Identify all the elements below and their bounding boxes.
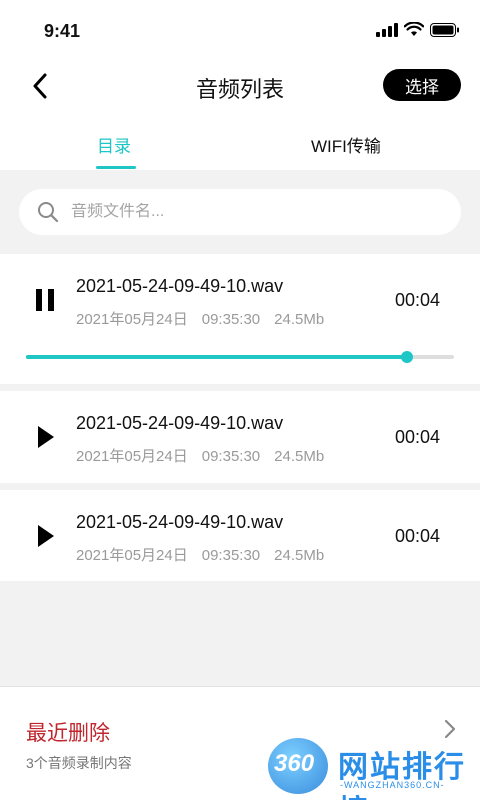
recording-item[interactable]: 2021-05-24-09-49-10.wav 2021年05月24日 09:35… bbox=[0, 490, 480, 581]
active-tab-indicator bbox=[96, 166, 136, 169]
search-box[interactable] bbox=[19, 189, 461, 235]
pause-icon bbox=[36, 289, 54, 311]
wifi-icon bbox=[404, 22, 424, 36]
recording-duration: 00:04 bbox=[394, 290, 440, 310]
status-time: 9:41 bbox=[44, 21, 81, 41]
recording-meta: 2021年05月24日 09:35:30 24.5Mb bbox=[76, 544, 338, 565]
search-icon bbox=[38, 202, 59, 223]
play-icon bbox=[38, 426, 54, 448]
battery-icon bbox=[430, 22, 459, 37]
recording-duration: 00:04 bbox=[394, 526, 440, 546]
recording-time: 09:35:30 bbox=[201, 547, 261, 564]
recording-filename: 2021-05-24-09-49-10.wav bbox=[76, 276, 284, 296]
recording-filename: 2021-05-24-09-49-10.wav bbox=[76, 512, 284, 532]
recording-duration: 00:04 bbox=[394, 427, 440, 447]
playback-progress-fill bbox=[26, 355, 407, 359]
play-button[interactable] bbox=[30, 422, 60, 452]
recording-size: 24.5Mb bbox=[274, 311, 325, 328]
recording-meta: 2021年05月24日 09:35:30 24.5Mb bbox=[76, 308, 338, 329]
recording-size: 24.5Mb bbox=[274, 448, 325, 465]
site-watermark: 360 网站排行榜 -WANGZHAN360.CN- bbox=[268, 736, 478, 800]
pause-button[interactable] bbox=[30, 285, 60, 315]
watermark-url: -WANGZHAN360.CN- bbox=[340, 780, 445, 790]
recently-deleted-count: 3个音频录制内容 bbox=[26, 755, 132, 771]
playback-progress-bar[interactable] bbox=[26, 351, 454, 363]
recording-date: 2021年05月24日 bbox=[76, 311, 188, 328]
search-input[interactable] bbox=[71, 203, 411, 221]
recording-filename: 2021-05-24-09-49-10.wav bbox=[76, 413, 284, 433]
playback-progress-handle[interactable] bbox=[400, 351, 413, 363]
play-icon bbox=[38, 525, 54, 547]
tab-wifi-transfer[interactable]: WIFI传输 bbox=[311, 132, 381, 157]
tab-directory[interactable]: 目录 bbox=[97, 132, 131, 157]
watermark-text: 网站排行榜 bbox=[338, 751, 466, 800]
recording-meta: 2021年05月24日 09:35:30 24.5Mb bbox=[76, 445, 338, 466]
watermark-number: 360 bbox=[274, 750, 315, 777]
cellular-signal-icon bbox=[376, 22, 398, 37]
tab-bar: 目录 WIFI传输 bbox=[0, 116, 480, 170]
search-section bbox=[0, 170, 480, 254]
recording-date: 2021年05月24日 bbox=[76, 547, 188, 564]
navigation-bar: 音频列表 选择 bbox=[0, 60, 480, 116]
status-bar: 9:41 bbox=[0, 0, 480, 60]
recording-time: 09:35:30 bbox=[201, 311, 261, 328]
recording-item[interactable]: 2021-05-24-09-49-10.wav 2021年05月24日 09:35… bbox=[0, 391, 480, 483]
recording-item[interactable]: 2021-05-24-09-49-10.wav 2021年05月24日 09:35… bbox=[0, 254, 480, 384]
select-button[interactable]: 选择 bbox=[383, 69, 461, 101]
recording-size: 24.5Mb bbox=[274, 547, 325, 564]
recording-date: 2021年05月24日 bbox=[76, 448, 188, 465]
status-icons bbox=[376, 22, 460, 37]
recording-time: 09:35:30 bbox=[201, 448, 261, 465]
recently-deleted-title: 最近删除 bbox=[26, 722, 110, 745]
play-button[interactable] bbox=[30, 521, 60, 551]
